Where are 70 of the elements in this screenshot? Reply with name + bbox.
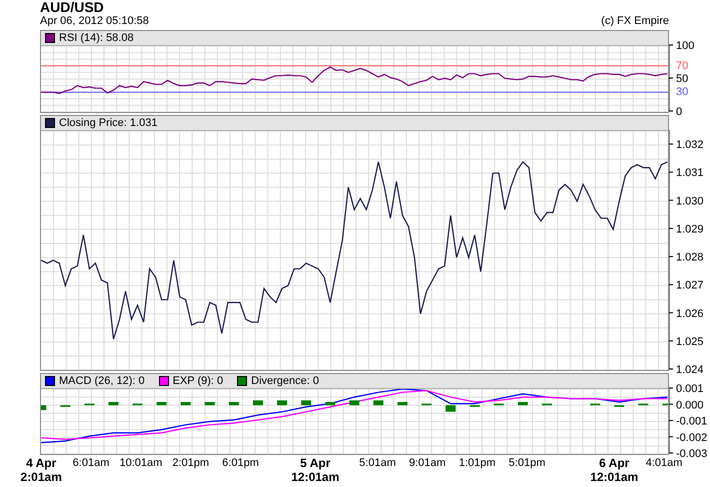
threshold-label: 70	[676, 60, 688, 72]
y-tick-label: 0.001	[676, 383, 704, 395]
axis-tick-label: 4 Apr 2:01am	[20, 456, 62, 484]
y-tick-label: 1.027	[676, 280, 704, 292]
y-tick-label: -0.001	[676, 416, 708, 428]
axis-tick-label: 1.028	[668, 252, 704, 264]
axis-tick-label: 2:01pm	[172, 456, 210, 470]
axis-tick-label: 1:01pm	[458, 456, 496, 470]
axis-tick-label: 100	[668, 40, 694, 52]
axis-tick-label: 1.025	[668, 336, 704, 348]
divergence-bar	[301, 400, 312, 406]
axis-tick-label: 0.000	[668, 399, 704, 412]
threshold-label: 30	[676, 86, 688, 98]
legend-label: RSI (14): 58.08	[59, 32, 134, 44]
y-tick-label: 1.030	[676, 195, 704, 208]
axis-tick-label: -0.002	[668, 432, 708, 444]
y-tick-label: 1.026	[676, 308, 704, 320]
divergence-bar	[349, 400, 360, 406]
divergence-bar	[518, 402, 528, 406]
axis-tick-label: 50	[668, 73, 688, 85]
axis-tick-label: 6:01pm	[222, 456, 259, 470]
y-tick-label: -0.003	[676, 448, 708, 460]
axis-tick-label: 0.001	[668, 383, 704, 395]
y-tick-label: 0	[676, 106, 682, 118]
legend-label: EXP (9): 0	[172, 375, 224, 387]
axis-tick-label: 1.027	[668, 280, 704, 292]
divergence-bar	[180, 402, 191, 406]
axis-tick-label: -0.001	[668, 416, 708, 428]
divergence-bar	[325, 402, 336, 406]
timestamp: Apr 06, 2012 05:10:58	[40, 15, 149, 28]
chart-title: AUD/USD	[39, 0, 105, 15]
axis-tick-label: 5:01pm	[508, 456, 546, 470]
axis-tick-label: 0	[668, 106, 682, 118]
divergence-bar	[228, 402, 239, 406]
y-tick-label: 1.031	[676, 167, 704, 180]
divergence-bar	[41, 405, 46, 410]
divergence-bar	[373, 400, 384, 406]
legend-label: Divergence: 0	[251, 375, 320, 387]
axis-tick-label: -0.003	[668, 448, 708, 460]
copyright-text: (c) FX Empire	[601, 15, 669, 28]
y-tick-label: 1.032	[676, 139, 704, 152]
divergence-bar	[204, 402, 215, 406]
divergence-bar	[108, 402, 118, 406]
axis-tick-label: 9:01am	[409, 456, 446, 470]
axis-tick-label: 4:01am	[646, 457, 682, 470]
divergence-bar	[156, 402, 167, 406]
divergence-bar	[397, 402, 408, 406]
axis-tick-label: 1.024	[668, 364, 704, 376]
y-tick-label: 1.028	[676, 252, 704, 264]
divergence-bar	[277, 400, 288, 406]
axis-tick-label: 1.029	[668, 223, 704, 236]
axis-tick-label: 6:01am	[72, 456, 110, 470]
axis-tick-label: 10:01am	[119, 456, 162, 470]
y-tick-label: 1.029	[676, 223, 704, 236]
y-tick-label: 1.025	[676, 336, 704, 348]
axis-tick-label: 6 Apr 12:01am	[590, 456, 638, 484]
legend-label: MACD (26, 12): 0	[59, 375, 145, 387]
axis-tick-label: 1.032	[668, 139, 704, 152]
y-tick-label: 50	[676, 73, 688, 85]
axis-tick-label: 5 Apr 12:01am	[291, 456, 340, 484]
y-tick-label: -0.002	[676, 432, 708, 444]
y-tick-label: 100	[676, 40, 694, 52]
axis-tick-label: 1.030	[668, 195, 704, 208]
y-tick-label: 0.000	[676, 399, 704, 412]
axis-tick-label: 1.031	[668, 167, 704, 180]
axis-tick-label: 5:01am	[359, 456, 396, 470]
legend-label: Closing Price: 1.031	[59, 117, 158, 129]
axis-tick-label: 1.026	[668, 308, 704, 320]
y-tick-label: 1.024	[676, 364, 704, 376]
divergence-bar	[252, 400, 263, 406]
